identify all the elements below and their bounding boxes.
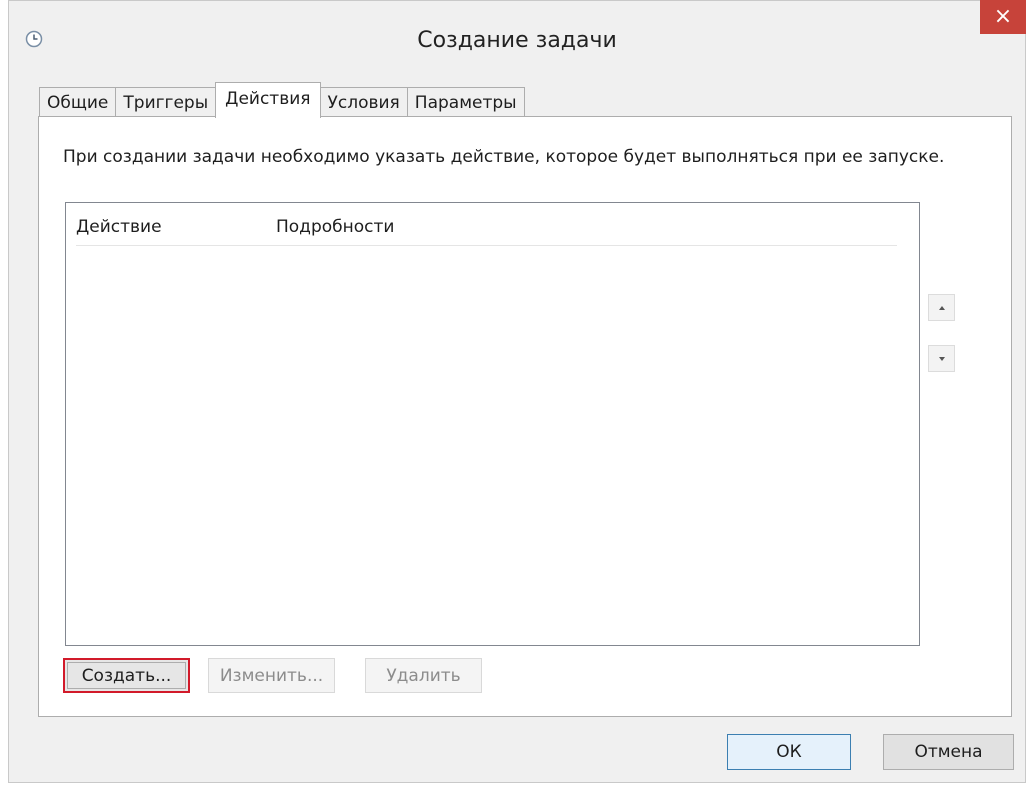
move-down-button[interactable] — [928, 345, 955, 372]
window-title: Создание задачи — [417, 28, 617, 53]
move-up-button[interactable] — [928, 294, 955, 321]
triangle-up-icon — [938, 305, 945, 310]
tab-strip: Общие Триггеры Действия Условия Параметр… — [39, 82, 525, 118]
actions-description: При создании задачи необходимо указать д… — [63, 147, 945, 167]
task-create-dialog: Создание задачи × Общие Триггеры Действи… — [8, 0, 1026, 783]
close-icon: × — [993, 4, 1013, 29]
actions-list-header: Действие Подробности — [76, 217, 897, 246]
close-button[interactable]: × — [980, 0, 1026, 34]
title-bar: Создание задачи × — [9, 0, 1026, 61]
tab-triggers[interactable]: Триггеры — [115, 87, 217, 117]
edit-action-button[interactable]: Изменить... — [208, 658, 335, 693]
column-header-details[interactable]: Подробности — [276, 217, 394, 237]
tab-general[interactable]: Общие — [39, 87, 117, 117]
actions-tab-panel: При создании задачи необходимо указать д… — [38, 116, 1012, 717]
triangle-down-icon — [938, 356, 945, 361]
create-action-button[interactable]: Создать... — [63, 658, 190, 693]
tab-actions[interactable]: Действия — [215, 82, 321, 118]
create-action-button-label: Создать... — [67, 662, 186, 689]
tab-conditions[interactable]: Условия — [319, 87, 408, 117]
ok-button[interactable]: ОК — [727, 734, 851, 770]
cancel-button[interactable]: Отмена — [883, 734, 1014, 770]
delete-action-button[interactable]: Удалить — [365, 658, 482, 693]
actions-list[interactable]: Действие Подробности — [65, 202, 920, 646]
tab-settings[interactable]: Параметры — [406, 87, 525, 117]
column-header-action[interactable]: Действие — [76, 217, 162, 237]
